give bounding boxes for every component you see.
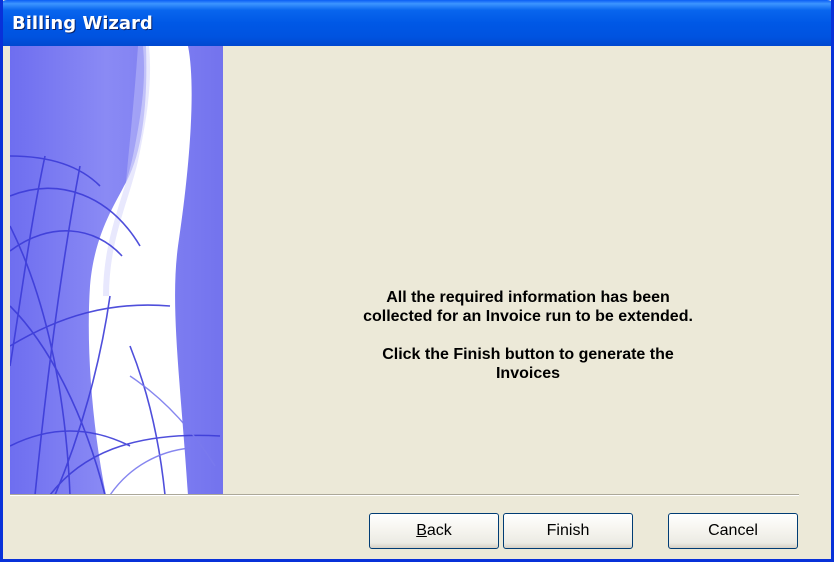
billing-wizard-window: Billing Wizard All the required informat… — [0, 0, 834, 562]
finish-label: Finish — [546, 522, 590, 539]
message-line-4: Invoices — [495, 365, 561, 382]
button-separator — [10, 494, 799, 496]
title-bar[interactable]: Billing Wizard — [3, 0, 831, 46]
cancel-button[interactable]: Cancel — [668, 513, 798, 549]
window-title: Billing Wizard — [12, 13, 153, 34]
finish-button[interactable]: Finish — [503, 513, 633, 549]
back-label-rest: ack — [426, 522, 452, 539]
completion-message: All the required information has been co… — [223, 288, 831, 383]
wizard-side-graphic — [10, 46, 223, 495]
message-line-1: All the required information has been — [386, 289, 670, 306]
back-button[interactable]: Back — [369, 513, 499, 549]
message-line-3: Click the Finish button to generate the — [382, 346, 674, 363]
cancel-label: Cancel — [708, 522, 758, 539]
back-mnemonic: B — [416, 522, 427, 539]
message-line-2: collected for an Invoice run to be exten… — [363, 308, 693, 325]
